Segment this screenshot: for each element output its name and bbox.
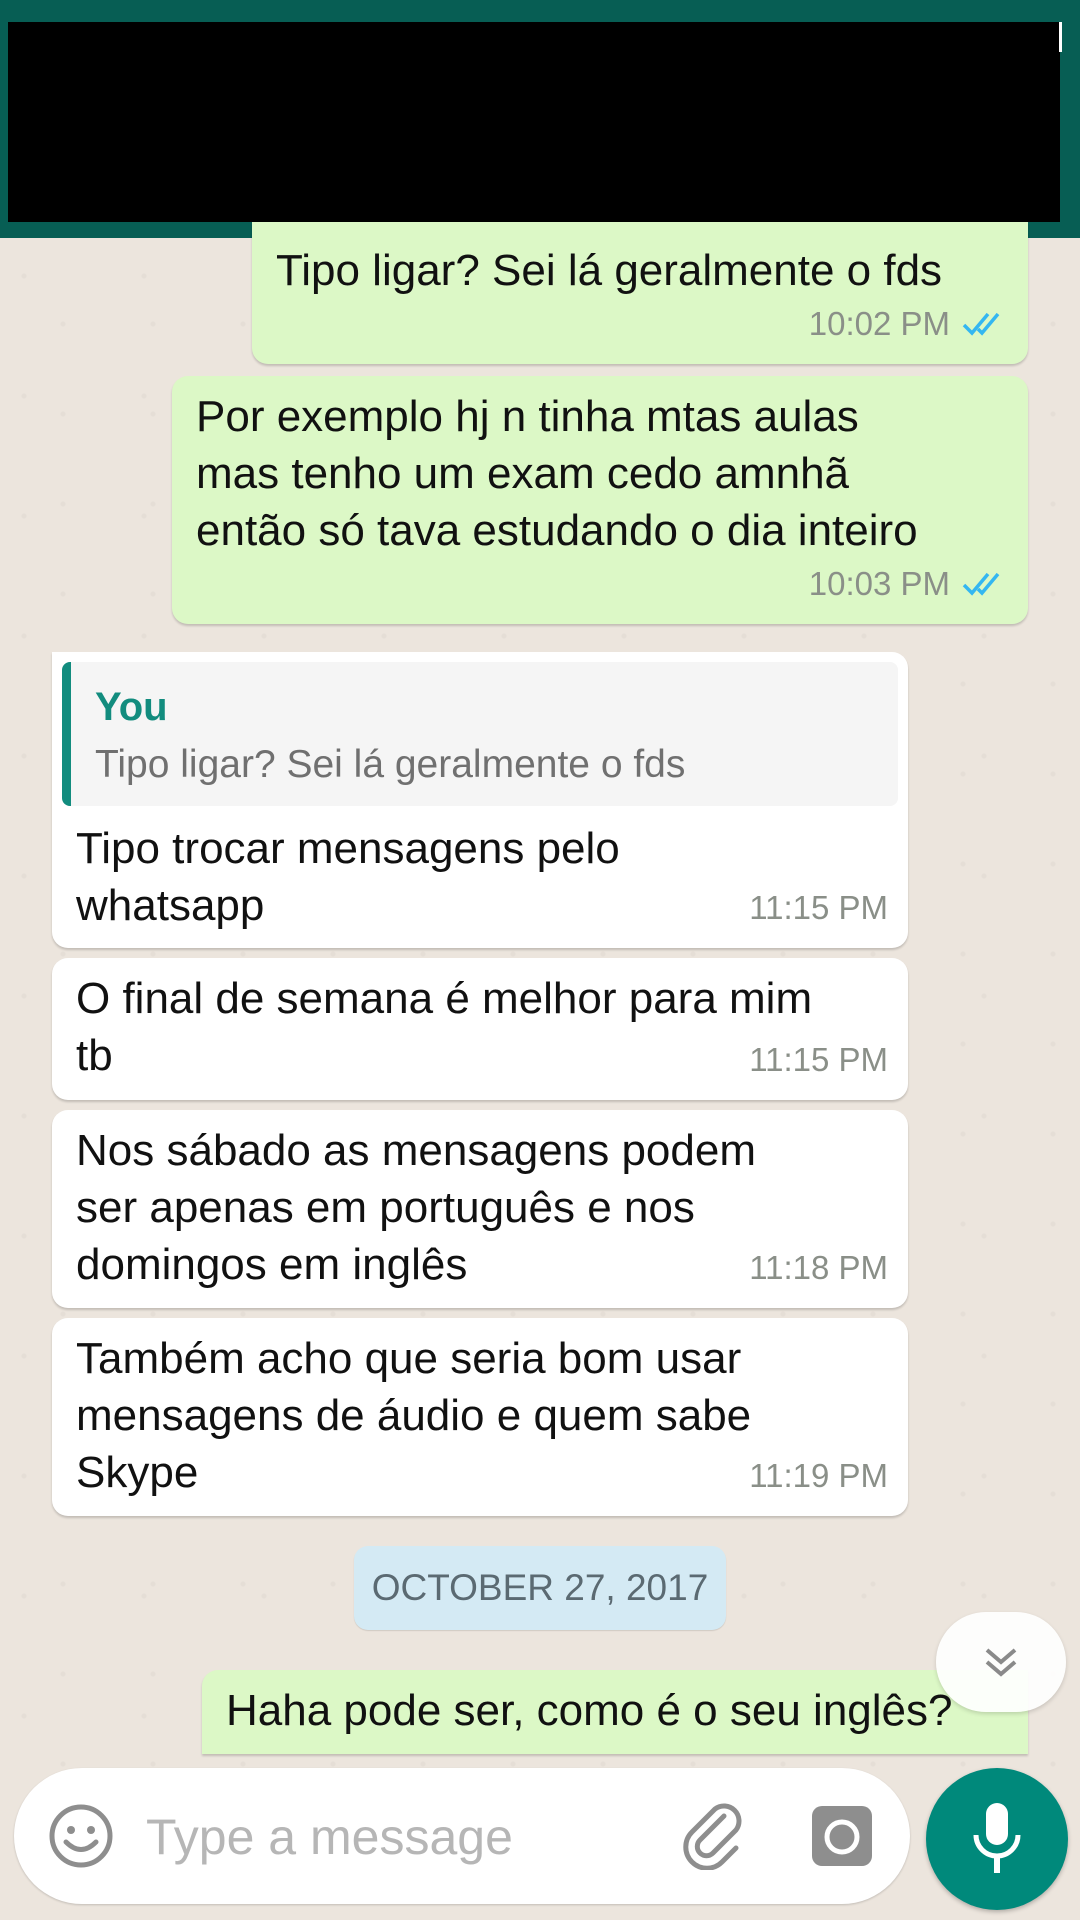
- message-composer: [14, 1768, 910, 1904]
- quoted-author: You: [95, 685, 168, 729]
- redacted-contact-bar: [8, 22, 1060, 222]
- quoted-message[interactable]: You Tipo ligar? Sei lá geralmente o fds: [62, 662, 898, 806]
- message-text: Por exemplo hj n tinha mtas aulas mas te…: [196, 392, 918, 555]
- message-meta: 10:02 PM: [809, 295, 1008, 352]
- message-time: 11:19 PM: [749, 1457, 888, 1494]
- message-meta: 11:15 PM: [749, 879, 888, 936]
- microphone-icon: [973, 1803, 1021, 1873]
- message-bubble-incoming[interactable]: Também acho que seria bom usar mensagens…: [52, 1318, 908, 1516]
- message-meta: 10:03 PM: [809, 555, 1008, 612]
- voice-message-button[interactable]: [926, 1768, 1068, 1910]
- message-text: Tipo trocar mensagens pelo whatsapp: [76, 824, 620, 930]
- message-time: 10:02 PM: [808, 305, 950, 342]
- scroll-to-bottom-button[interactable]: [936, 1612, 1066, 1712]
- chat-header: [0, 0, 1080, 238]
- message-bubble-outgoing[interactable]: Haha pode ser, como é o seu inglês?: [202, 1670, 1028, 1754]
- camera-icon[interactable]: [810, 1804, 874, 1868]
- message-bubble-outgoing[interactable]: Por exemplo hj n tinha mtas aulas mas te…: [172, 376, 1028, 624]
- message-bubble-outgoing[interactable]: Tipo ligar? Sei lá geralmente o fds 10:0…: [252, 222, 1028, 364]
- paperclip-icon[interactable]: [678, 1800, 748, 1870]
- message-meta: 11:15 PM: [749, 1031, 888, 1088]
- message-meta: 11:18 PM: [749, 1239, 888, 1296]
- message-time: 11:15 PM: [749, 889, 888, 926]
- message-text: Nos sábado as mensagens podem ser apenas…: [76, 1126, 756, 1289]
- message-meta: 11:19 PM: [749, 1447, 888, 1504]
- message-bubble-incoming[interactable]: You Tipo ligar? Sei lá geralmente o fds …: [52, 652, 908, 948]
- message-time: 11:18 PM: [749, 1249, 888, 1286]
- quoted-text: Tipo ligar? Sei lá geralmente o fds: [95, 743, 686, 786]
- emoji-icon[interactable]: [48, 1803, 114, 1869]
- message-text: O final de semana é melhor para mim tb: [76, 974, 813, 1080]
- message-input[interactable]: [144, 1796, 648, 1878]
- message-time: 10:03 PM: [808, 565, 950, 602]
- message-time: 11:15 PM: [749, 1041, 888, 1078]
- message-bubble-incoming[interactable]: Nos sábado as mensagens podem ser apenas…: [52, 1110, 908, 1308]
- double-chevron-down-icon: [985, 1648, 1017, 1677]
- status-bar-mark: [1059, 22, 1062, 52]
- message-text: Também acho que seria bom usar mensagens…: [76, 1334, 752, 1497]
- date-separator: OCTOBER 27, 2017: [354, 1546, 726, 1630]
- double-check-icon: [962, 572, 1000, 596]
- message-bubble-incoming[interactable]: O final de semana é melhor para mim tb 1…: [52, 958, 908, 1100]
- message-text: Haha pode ser, como é o seu inglês?: [226, 1686, 953, 1735]
- double-check-icon: [962, 312, 1000, 336]
- message-text: Tipo ligar? Sei lá geralmente o fds: [276, 246, 943, 295]
